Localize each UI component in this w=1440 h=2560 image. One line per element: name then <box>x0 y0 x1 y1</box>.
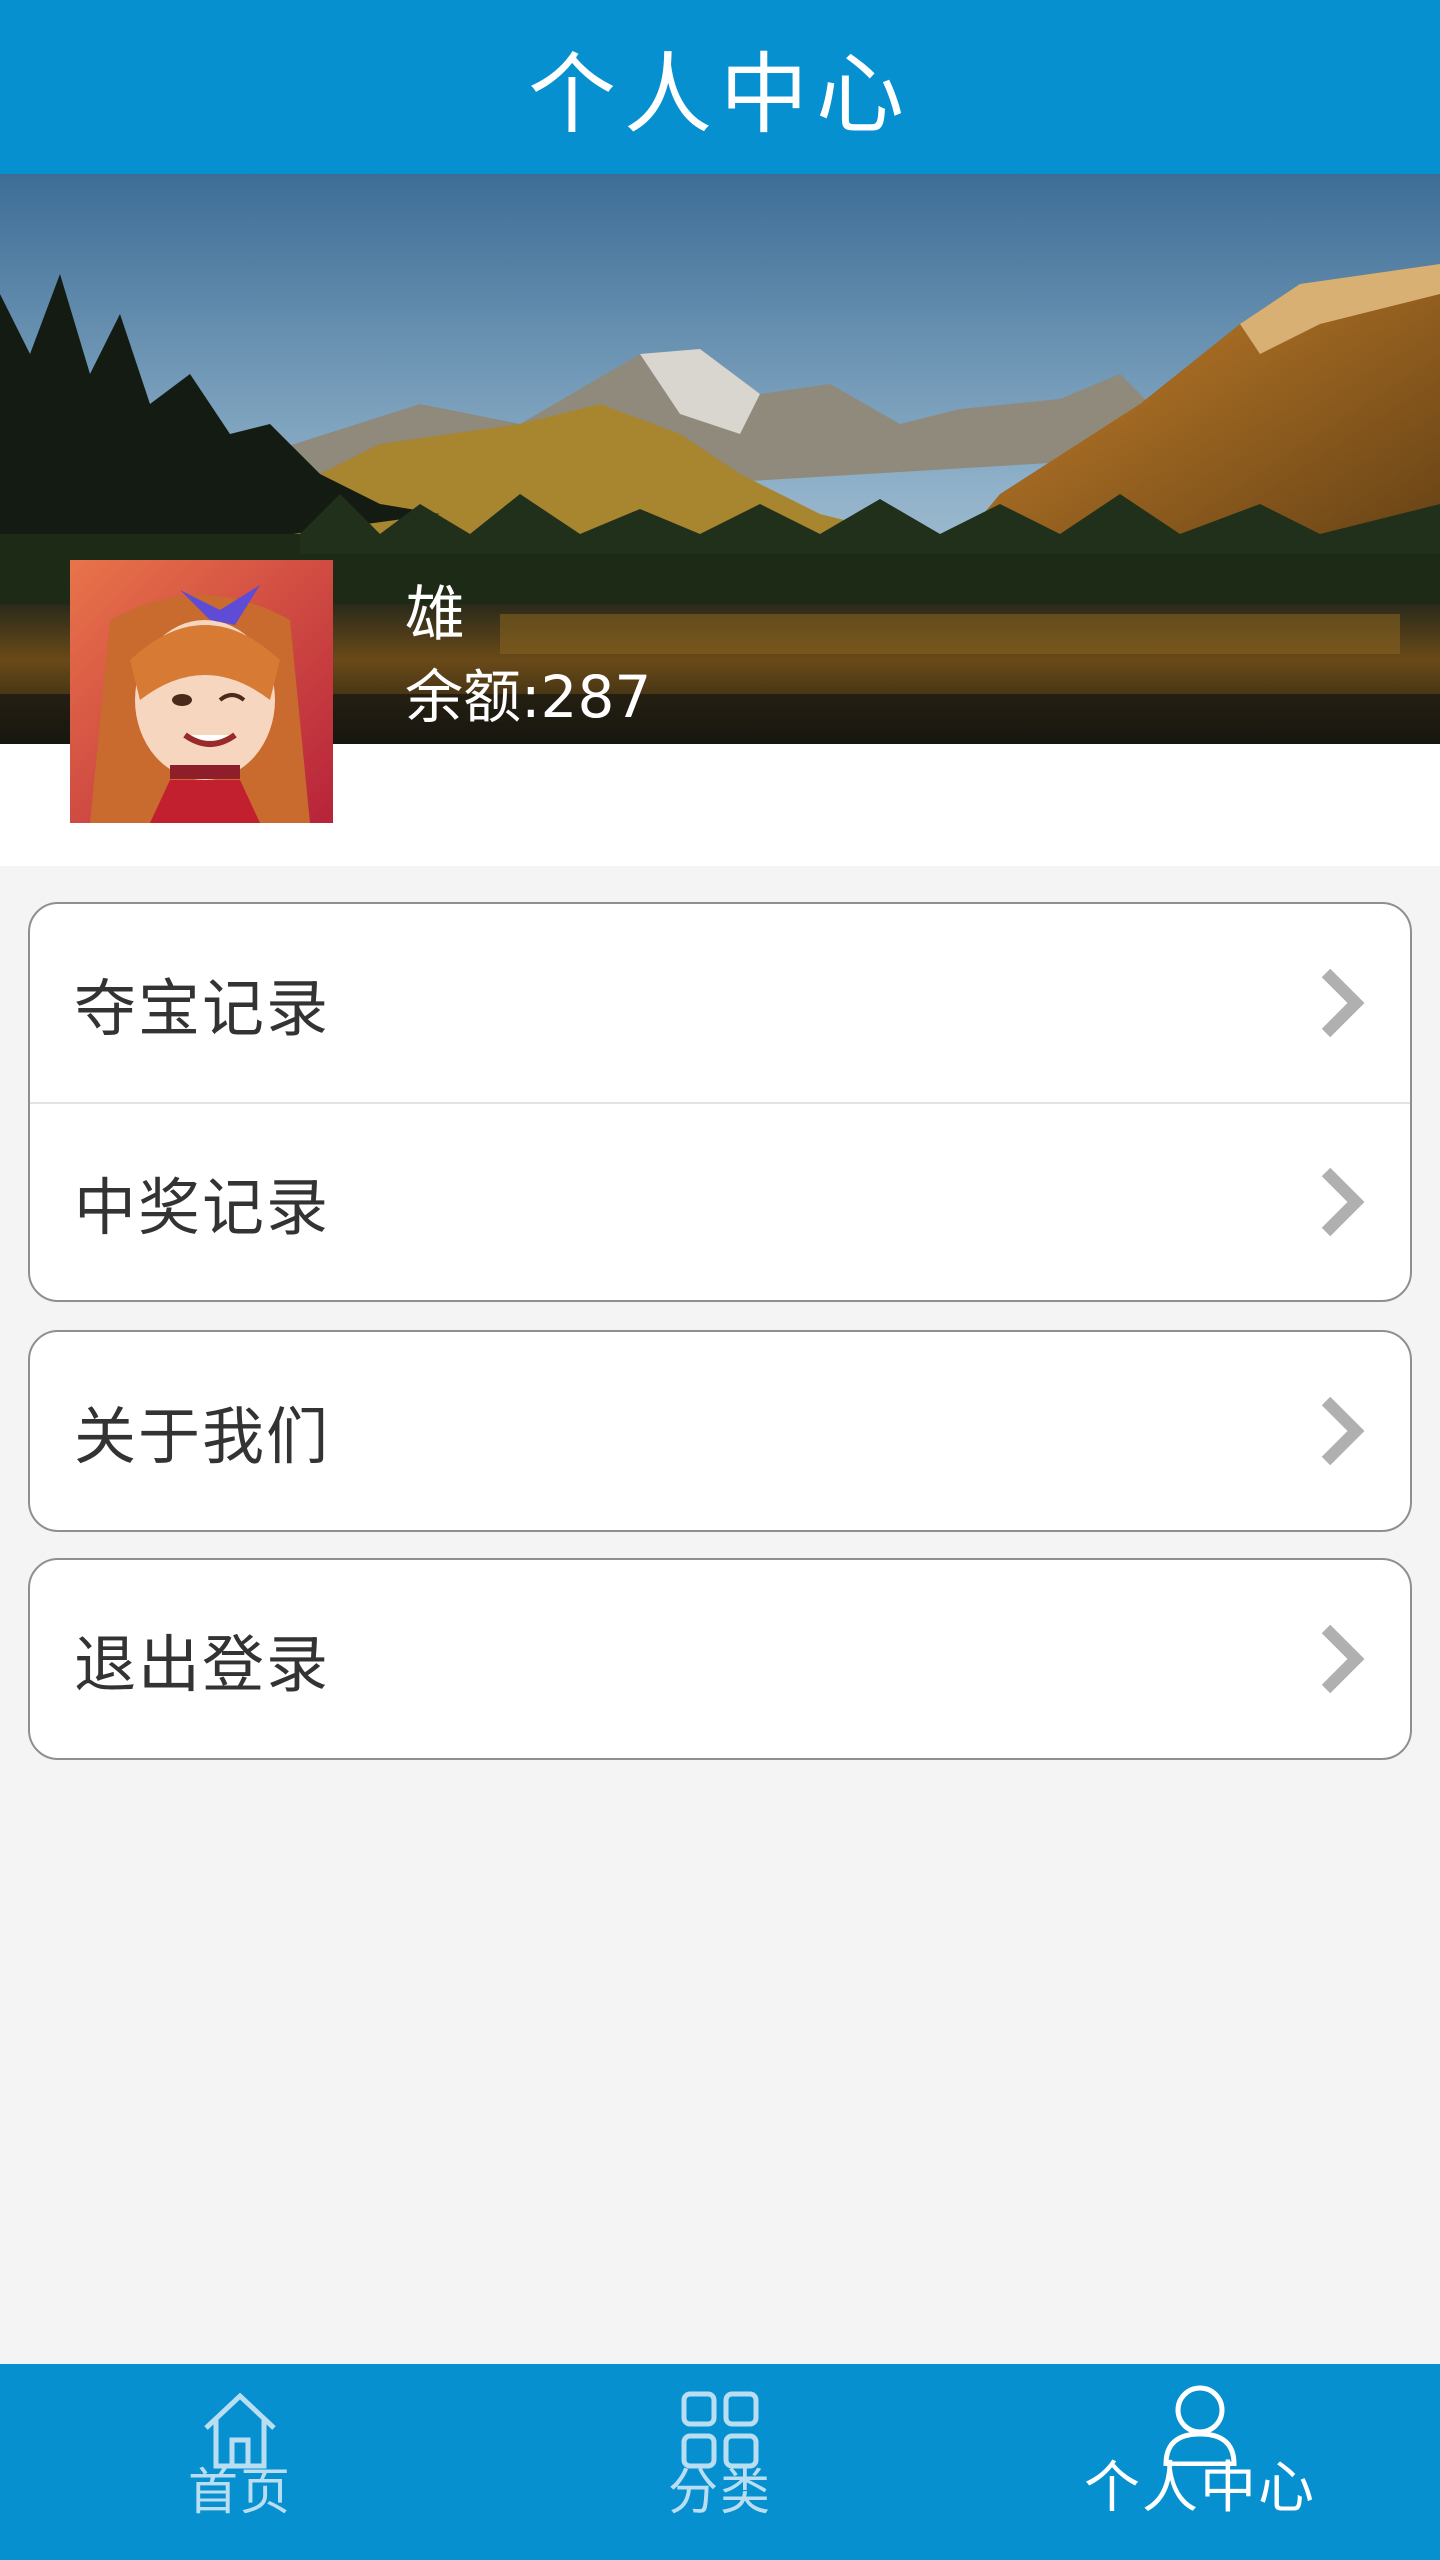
tab-label: 个人中心 <box>1084 2456 1316 2521</box>
page-title: 个人中心 <box>527 42 912 146</box>
avatar[interactable] <box>70 560 333 823</box>
balance-text: 余额:287 <box>405 663 652 731</box>
tab-label: 分类 <box>668 2463 772 2521</box>
user-name: 雄 <box>405 580 465 650</box>
profile-section: 雄 余额:287 <box>0 174 1440 866</box>
menu-group-records: 夺宝记录 中奖记录 <box>28 902 1412 1302</box>
tab-label: 首页 <box>188 2463 292 2521</box>
menu-group-about: 关于我们 <box>28 1330 1412 1532</box>
menu-item-label: 退出登录 <box>74 1628 331 1701</box>
tab-personal-center[interactable]: 个人中心 <box>960 2364 1440 2560</box>
tab-home[interactable]: 首页 <box>0 2364 480 2560</box>
menu-item-win-records[interactable]: 中奖记录 <box>30 1102 1410 1300</box>
chevron-right-icon <box>1321 1167 1365 1237</box>
menu-item-logout[interactable]: 退出登录 <box>30 1560 1410 1758</box>
menu-item-about-us[interactable]: 关于我们 <box>30 1332 1410 1530</box>
tab-category[interactable]: 分类 <box>480 2364 960 2560</box>
menu-item-label: 夺宝记录 <box>74 972 331 1045</box>
chevron-right-icon <box>1321 1396 1365 1466</box>
menu-item-label: 中奖记录 <box>74 1171 331 1244</box>
menu-item-label: 关于我们 <box>74 1400 331 1473</box>
chevron-right-icon <box>1321 1624 1365 1694</box>
bottom-tab-bar: 首页 分类 个人中心 <box>0 2364 1440 2560</box>
personal-center-page: 个人中心 雄 余额:287 夺宝记录 中奖记录 关于我们 退出登录 首页 分类 … <box>0 0 1440 2560</box>
chevron-right-icon <box>1321 968 1365 1038</box>
menu-group-logout: 退出登录 <box>28 1558 1412 1760</box>
top-bar: 个人中心 <box>0 0 1440 174</box>
menu-item-snatch-records[interactable]: 夺宝记录 <box>30 904 1410 1102</box>
